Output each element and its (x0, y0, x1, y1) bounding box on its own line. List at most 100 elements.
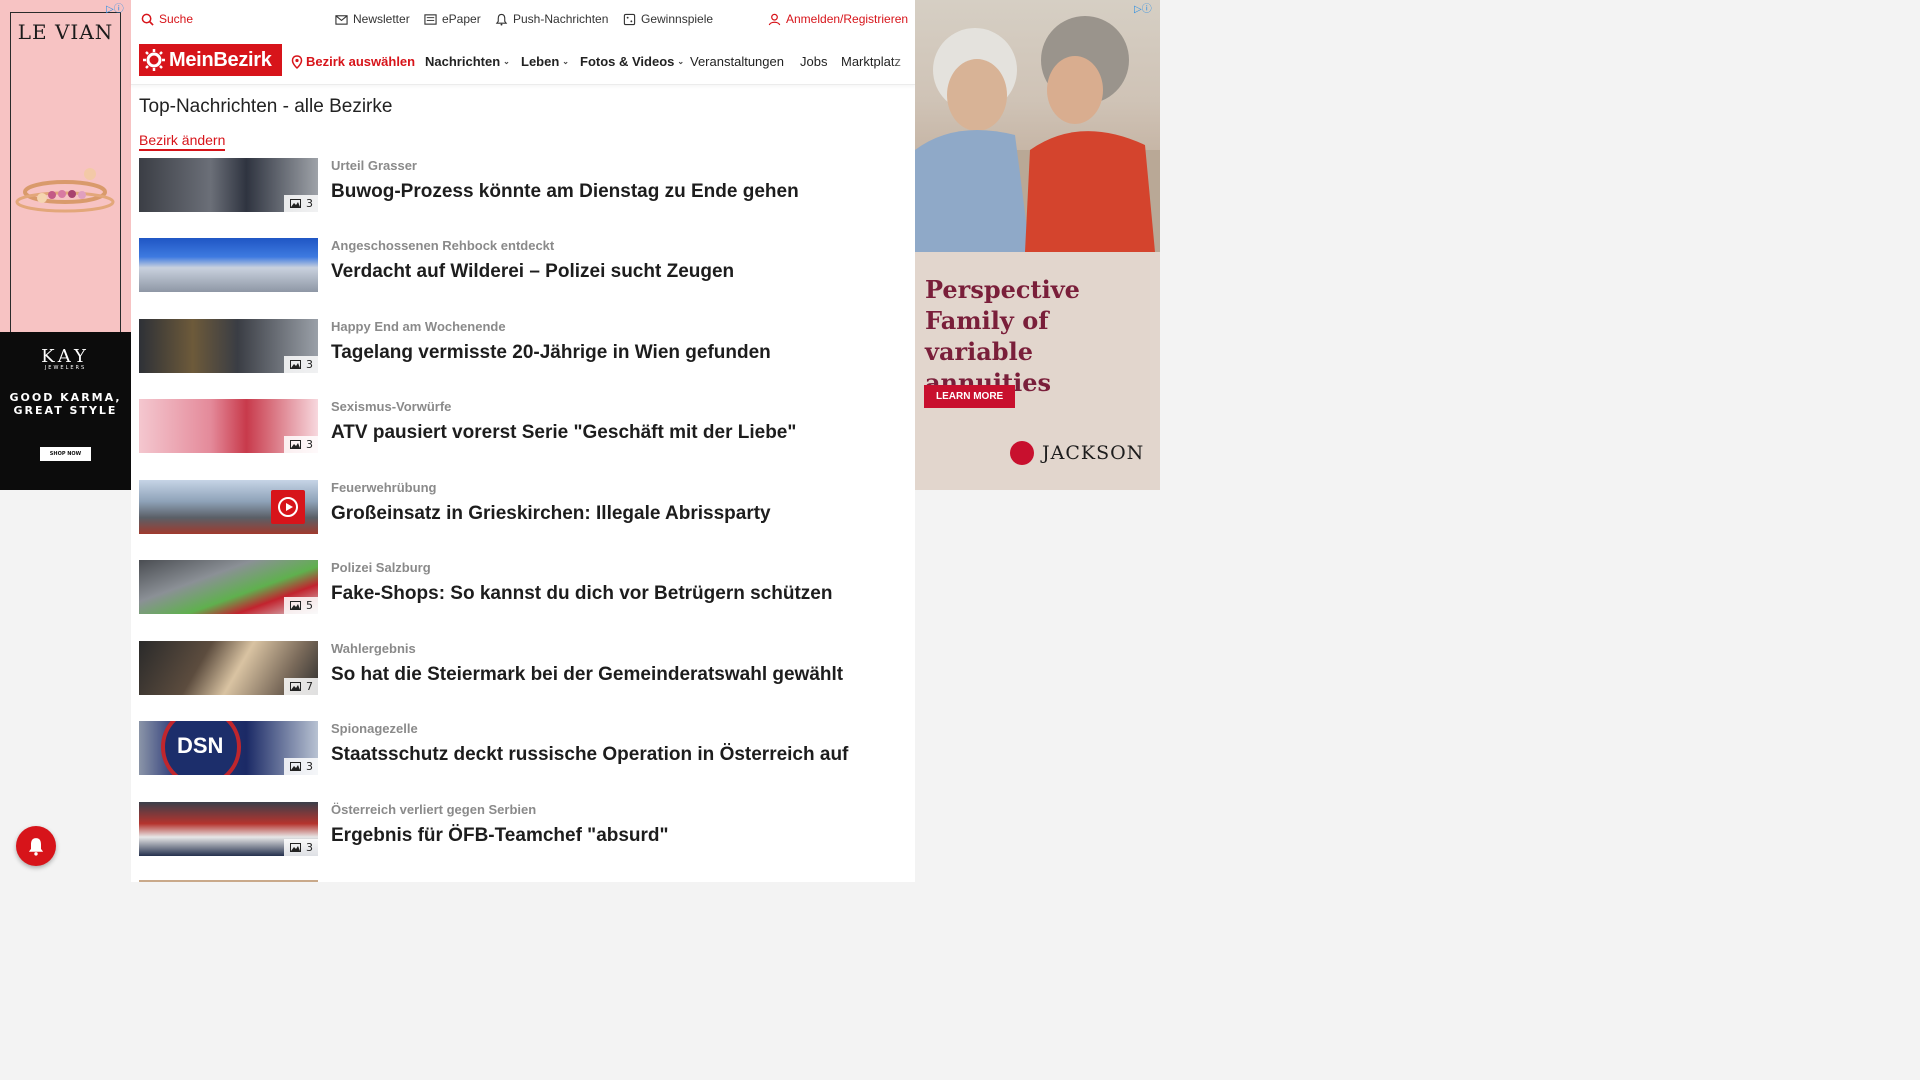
kay-logo: KAY (41, 346, 90, 367)
photo-count: 3 (306, 438, 313, 451)
article-item[interactable]: 3 Sexismus-Vorwürfe ATV pausiert vorerst… (139, 399, 899, 455)
kay-jewelers-ad[interactable]: KAY JEWELERS GOOD KARMA, GREAT STYLE SHO… (0, 332, 131, 490)
kay-slogan: GOOD KARMA, GREAT STYLE (0, 391, 131, 417)
gallery-icon (290, 440, 301, 449)
article-thumbnail[interactable]: 3 (139, 802, 318, 856)
right-advertisement[interactable]: Perspective Family of variable annuities… (915, 0, 1160, 490)
article-headline[interactable]: Verdacht auf Wilderei – Polizei sucht Ze… (331, 261, 734, 283)
ad-photo (915, 0, 1160, 252)
le-vian-ad[interactable]: LE VIAN (0, 0, 131, 332)
login-link[interactable]: Anmelden/Registrieren (768, 12, 908, 26)
ad-line-1: Perspective (925, 275, 1080, 304)
nav-veranstaltungen[interactable]: Veranstaltungen (690, 54, 784, 69)
article-thumbnail[interactable] (139, 480, 318, 534)
search-label: Suche (159, 12, 194, 26)
article-item[interactable]: Angeschossenen Rehbock entdeckt Verdacht… (139, 238, 899, 294)
photo-count-badge: 3 (284, 758, 318, 775)
article-headline[interactable]: ATV pausiert vorerst Serie "Geschäft mit… (331, 422, 796, 444)
bell-icon (495, 13, 508, 26)
change-district-link[interactable]: Bezirk ändern (139, 132, 226, 151)
nav-jobs[interactable]: Jobs (800, 54, 827, 69)
adchoices-icon[interactable]: ▷ⓘ (106, 0, 124, 15)
ad-headline: Perspective Family of variable annuities (925, 274, 1160, 398)
slogan-line-1: GOOD KARMA, (9, 391, 122, 404)
jackson-logo: JACKSON (1010, 441, 1144, 465)
article-item[interactable]: Feuerwehrübung Großeinsatz in Grieskirch… (139, 480, 899, 536)
article-headline[interactable]: Großeinsatz in Grieskirchen: Illegale Ab… (331, 503, 771, 525)
learn-more-button[interactable]: LEARN MORE (924, 385, 1016, 408)
photo-count: 3 (306, 197, 313, 210)
article-item[interactable]: 3 Happy End am Wochenende Tagelang vermi… (139, 319, 899, 375)
le-vian-logo: LE VIAN (17, 20, 114, 44)
article-headline[interactable]: So hat die Steiermark bei der Gemeindera… (331, 664, 843, 686)
sun-logo-icon (143, 49, 165, 71)
nav-fotos-videos[interactable]: Fotos & Videos ⌄ (580, 54, 684, 69)
nav-fotos-label: Fotos & Videos (580, 54, 675, 69)
article-kicker: Wahlergebnis (331, 641, 416, 656)
photo-count-badge: 3 (284, 356, 318, 373)
district-select[interactable]: Bezirk auswählen (291, 54, 415, 69)
jackson-brand-text: JACKSON (1042, 442, 1145, 464)
meinbezirk-logo[interactable]: MeinBezirk (139, 44, 282, 76)
video-play-icon[interactable] (271, 490, 305, 524)
next-article-thumbnail-edge (139, 880, 318, 882)
article-headline[interactable]: Tagelang vermisste 20-Jährige in Wien ge… (331, 342, 771, 364)
contests-link[interactable]: Gewinnspiele (623, 12, 713, 26)
photo-count-badge: 5 (284, 597, 318, 614)
article-thumbnail[interactable] (139, 238, 318, 292)
article-thumbnail[interactable]: 7 (139, 641, 318, 695)
shop-now-button[interactable]: SHOP NOW (39, 447, 92, 461)
article-kicker: Feuerwehrübung (331, 480, 437, 495)
article-headline[interactable]: Fake-Shops: So kannst du dich vor Betrüg… (331, 583, 832, 605)
gallery-icon (290, 199, 301, 208)
newsletter-link[interactable]: Newsletter (335, 12, 410, 26)
article-headline[interactable]: Staatsschutz deckt russische Operation i… (331, 744, 848, 766)
photo-count: 7 (306, 680, 313, 693)
photo-count-badge: 3 (284, 839, 318, 856)
contests-label: Gewinnspiele (641, 12, 714, 26)
search-icon (141, 13, 154, 26)
photo-count: 3 (306, 358, 313, 371)
couple-image (915, 16, 1160, 252)
gallery-icon (290, 843, 301, 852)
photo-count: 5 (306, 599, 313, 612)
epaper-link[interactable]: ePaper (424, 12, 481, 26)
dice-icon (623, 13, 636, 25)
article-kicker: Polizei Salzburg (331, 560, 431, 575)
article-kicker: Sexismus-Vorwürfe (331, 399, 452, 414)
gallery-icon (290, 762, 301, 771)
left-advertisement[interactable]: LE VIAN KAY JEWELERS GOOD KARMA, GREAT S… (0, 0, 131, 490)
newspaper-icon (424, 13, 437, 25)
article-item[interactable]: 7 Wahlergebnis So hat die Steiermark bei… (139, 641, 899, 697)
article-thumbnail[interactable]: 3 (139, 319, 318, 373)
search-link[interactable]: Suche (141, 12, 193, 26)
nav-fade-overlay (891, 48, 915, 78)
photo-count: 3 (306, 841, 313, 854)
chevron-down-icon: ⌄ (503, 57, 510, 66)
article-thumbnail[interactable]: 5 (139, 560, 318, 614)
utility-bar: Suche Newsletter ePaper Push-Nachrichten… (131, 0, 915, 38)
article-kicker: Angeschossenen Rehbock entdeckt (331, 238, 555, 253)
logo-text: MeinBezirk (169, 48, 272, 71)
photo-count-badge: 7 (284, 678, 318, 695)
nav-nachrichten-label: Nachrichten (425, 54, 501, 69)
article-thumbnail[interactable]: 3 (139, 399, 318, 453)
photo-count-badge: 3 (284, 436, 318, 453)
chevron-down-icon: ⌄ (562, 57, 569, 66)
notification-bell-button[interactable] (16, 826, 56, 866)
adchoices-icon[interactable]: ▷ⓘ (1134, 0, 1152, 15)
jackson-logo-icon (1010, 441, 1034, 465)
article-headline[interactable]: Buwog-Prozess könnte am Dienstag zu Ende… (331, 181, 799, 203)
article-thumbnail[interactable]: 3 (139, 158, 318, 212)
article-item[interactable]: 3 Urteil Grasser Buwog-Prozess könnte am… (139, 158, 899, 214)
article-item[interactable]: 5 Polizei Salzburg Fake-Shops: So kannst… (139, 560, 899, 616)
nav-leben[interactable]: Leben ⌄ (521, 54, 569, 69)
article-thumbnail[interactable]: DSN 3 (139, 721, 318, 775)
push-link[interactable]: Push-Nachrichten (495, 12, 608, 26)
article-headline[interactable]: Ergebnis für ÖFB-Teamchef "absurd" (331, 825, 669, 847)
article-item[interactable]: DSN 3 Spionagezelle Staatsschutz deckt r… (139, 721, 899, 777)
article-item[interactable]: 3 Österreich verliert gegen Serbien Erge… (139, 802, 899, 858)
nav-nachrichten[interactable]: Nachrichten ⌄ (425, 54, 510, 69)
user-icon (768, 13, 781, 25)
main-column: Suche Newsletter ePaper Push-Nachrichten… (131, 0, 915, 882)
